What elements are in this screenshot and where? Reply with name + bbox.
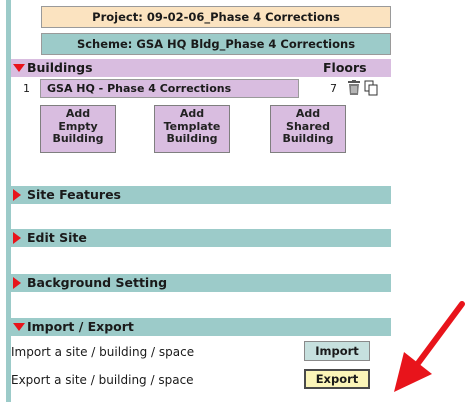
import-label: Import a site / building / space [11, 345, 195, 359]
trash-icon[interactable] [347, 80, 361, 96]
import-button[interactable]: Import [304, 341, 370, 361]
expanded-triangle-icon[interactable] [13, 64, 25, 72]
add-shared-building-button[interactable]: Add Shared Building [270, 105, 346, 153]
export-button[interactable]: Export [304, 369, 370, 389]
scheme-title: Scheme: GSA HQ Bldg_Phase 4 Corrections [41, 33, 391, 55]
edit-site-title: Edit Site [27, 230, 87, 245]
add-empty-building-button[interactable]: Add Empty Building [40, 105, 116, 153]
site-features-title: Site Features [27, 187, 121, 202]
site-panel: Project: 09-02-06_Phase 4 Corrections Sc… [0, 0, 394, 402]
red-arrow-annotation [394, 301, 465, 392]
building-index: 1 [23, 82, 30, 95]
floors-column-header: Floors [323, 60, 367, 75]
buildings-section-title: Buildings [27, 60, 93, 75]
expanded-triangle-icon[interactable] [13, 323, 25, 331]
collapsed-triangle-icon[interactable] [13, 232, 21, 244]
project-title: Project: 09-02-06_Phase 4 Corrections [41, 6, 391, 28]
collapsed-triangle-icon[interactable] [13, 277, 21, 289]
export-label: Export a site / building / space [11, 373, 194, 387]
copy-icon[interactable] [364, 80, 378, 96]
add-template-building-button[interactable]: Add Template Building [154, 105, 230, 153]
building-floor-count: 7 [330, 82, 337, 95]
building-name-button[interactable]: GSA HQ - Phase 4 Corrections [40, 79, 299, 98]
background-setting-title: Background Setting [27, 275, 168, 290]
collapsed-triangle-icon[interactable] [13, 189, 21, 201]
import-export-title: Import / Export [27, 319, 134, 334]
